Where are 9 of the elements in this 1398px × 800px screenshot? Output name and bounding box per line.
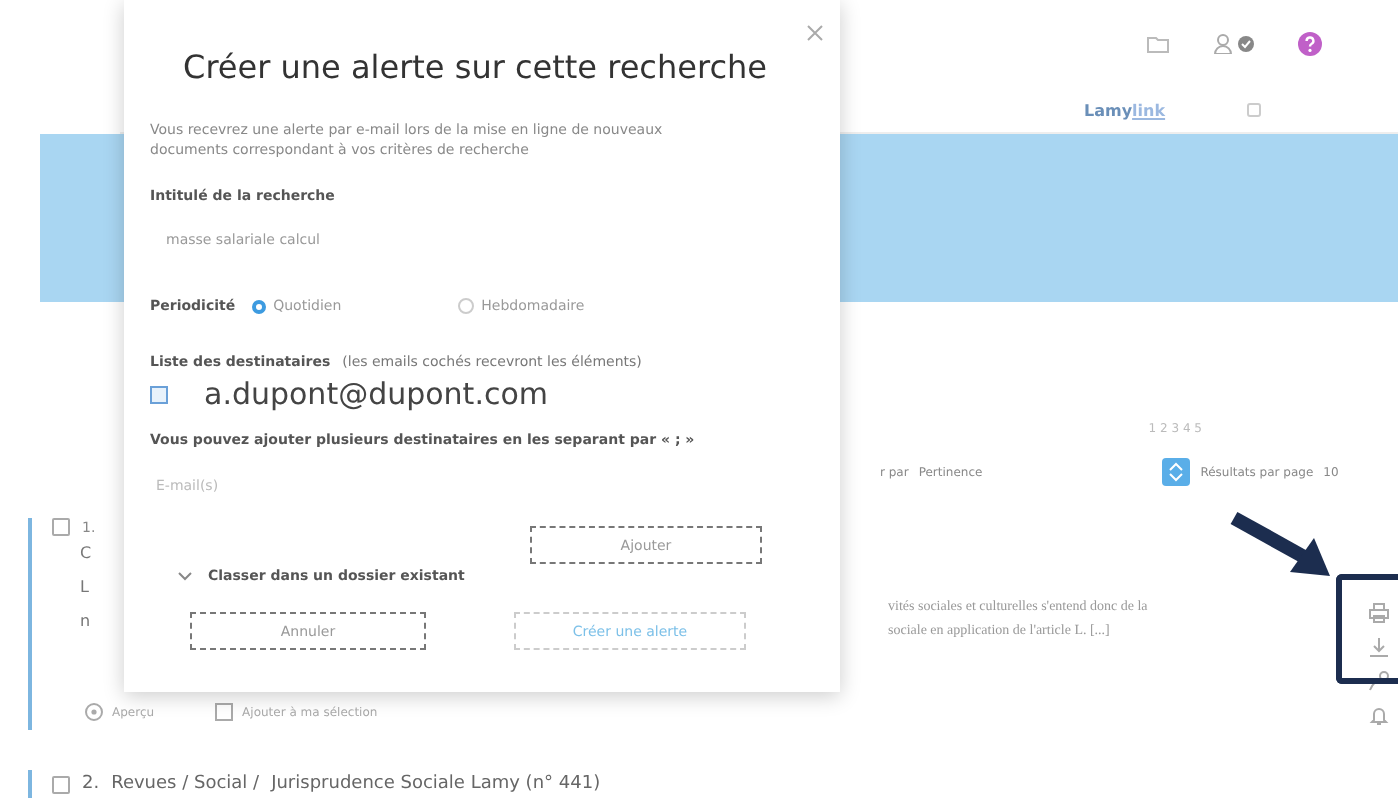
lamylink-logo[interactable]: Lamylink — [1084, 101, 1166, 119]
recipient-email: a.dupont@dupont.com — [204, 376, 548, 413]
breadcrumb-link[interactable]: Revues / Social / — [111, 774, 260, 794]
result-title[interactable]: Jurisprudence Sociale Lamy (n° 441) — [271, 774, 601, 794]
result-text-fragment: C — [80, 544, 92, 562]
result-number: 2. — [82, 774, 100, 794]
result-text-fragment: n — [80, 612, 91, 630]
result-text-fragment: L — [80, 578, 89, 596]
dialog-title: Créer une alerte sur cette recherche — [181, 48, 769, 86]
